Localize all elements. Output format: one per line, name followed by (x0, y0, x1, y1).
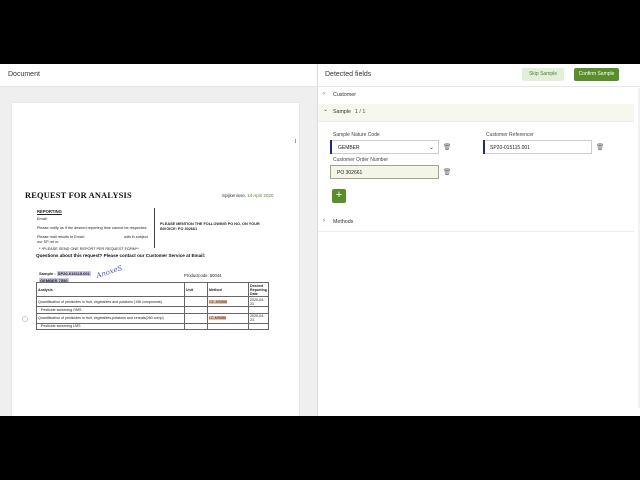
trash-icon[interactable]: 🗑 (443, 143, 451, 151)
sp-ref-text: our SP ref nr. (37, 240, 60, 244)
chevron-down-icon: ⌄ (323, 107, 329, 113)
table-header: Unit (184, 281, 208, 298)
trash-icon[interactable]: 🗑 (443, 168, 451, 176)
chevron-right-icon: › (323, 218, 325, 224)
detected-fields-header: Detected fields Skip Sample Confirm Samp… (318, 64, 640, 87)
table-header-row: Analysis Unit Method Desired Reporting D… (36, 281, 269, 298)
customer-referencer-label: Customer Referencer (486, 132, 534, 138)
send-one-text: * *PLEASE SEND ONE REPORT PER REQUEST FO… (39, 247, 139, 251)
add-field-button[interactable]: + (332, 189, 346, 203)
table-cell (207, 322, 249, 330)
question-text: Questions about this request? Please con… (36, 253, 206, 258)
method-highlight[interactable]: LC-MS888 (209, 316, 227, 321)
table-header: Method (207, 281, 249, 298)
document-panel: Document REQUEST FOR ANALYSIS Spijkeniss… (0, 64, 318, 416)
customer-referencer-field[interactable]: SP20-015115.001 (483, 140, 592, 154)
reporting-heading: REPORTING (37, 209, 62, 214)
sample-nature-code-select[interactable]: GEMBER ⌄ (330, 140, 439, 154)
sample-counter: 1 / 1 (355, 109, 366, 115)
date-prefix: Spijkenisse, (222, 193, 247, 198)
email-label: Email: (37, 217, 48, 221)
confirm-sample-button[interactable]: Confirm Sample (574, 68, 619, 81)
document-title: REQUEST FOR ANALYSIS (25, 191, 132, 200)
document-panel-title: Document (8, 71, 40, 78)
section-sample[interactable]: ⌄ Sample 1 / 1 (318, 104, 634, 122)
date-value: 14 April 2020 (247, 193, 274, 198)
mail-results-text: Please mail results to Email: (37, 235, 85, 239)
field-marker (483, 140, 485, 154)
page-marker (295, 139, 296, 143)
sample-line: Sample : SP20-015115.001 (39, 271, 91, 276)
table-cell (184, 312, 208, 324)
document-divider (154, 208, 155, 248)
table-header: Analysis (36, 281, 185, 298)
skip-sample-button[interactable]: Skip Sample (522, 68, 564, 81)
table-row: Pesticide screening LMS (36, 322, 269, 330)
mention-po-text: PLEASE MENTION THE FOLLOWING PO NO. ON Y… (160, 222, 260, 231)
loading-spinner-icon (22, 316, 28, 322)
table-cell: Quantification of pesticides in fruit, v… (36, 296, 185, 308)
table-row: Quantification of pesticides in fruit, v… (36, 296, 269, 308)
table-cell: LC-MS888 (207, 312, 249, 324)
customer-order-number-value: PO 302661 (337, 170, 363, 176)
method-highlight[interactable]: GC-MS888 (209, 299, 227, 304)
mail-subject-text: with in subject (124, 235, 148, 239)
table-cell (184, 322, 208, 330)
table-cell: 2020-04-23 (248, 312, 269, 324)
document-page (12, 103, 299, 416)
chevron-right-icon: › (323, 91, 325, 97)
detected-fields-panel: Detected fields Skip Sample Confirm Samp… (318, 64, 640, 416)
customer-referencer-value: SP20-015115.001 (490, 145, 530, 151)
document-panel-header: Document (0, 64, 317, 87)
detected-fields-title: Detected fields (325, 71, 372, 78)
app-window: Document REQUEST FOR ANALYSIS Spijkeniss… (0, 64, 640, 416)
table-header: Desired Reporting Date (248, 281, 269, 298)
section-sample-label: Sample (333, 109, 351, 115)
analysis-table: Analysis Unit Method Desired Reporting D… (36, 281, 269, 330)
sample-code-highlight[interactable]: SP20-015115.001 (56, 271, 91, 276)
customer-order-number-field[interactable]: PO 302661 (330, 165, 439, 179)
section-methods-label: Methods (333, 219, 354, 225)
customer-order-number-label: Customer Order Number (333, 157, 389, 163)
table-row: Quantification of pesticides in fruit, v… (36, 312, 269, 324)
trash-icon[interactable]: 🗑 (596, 143, 604, 151)
sample-nature-code-value: GEMBER (338, 145, 360, 151)
document-date: Spijkenisse, 14 April 2020 (222, 193, 274, 198)
table-cell: 2020-04-23 (248, 296, 269, 308)
notify-text: Please notify us if the desired reportin… (37, 226, 148, 230)
productcode-text: Productcode: 50044 (184, 273, 222, 278)
table-cell: GC-MS888 (207, 296, 249, 308)
field-marker (330, 140, 332, 154)
sample-nature-code-label: Sample Nature Code (333, 132, 380, 138)
table-cell (184, 296, 208, 308)
table-cell: Pesticide screening LMS (36, 322, 185, 330)
sample-label: Sample : (39, 271, 56, 276)
table-cell: Quantification of pesticides in fruit, v… (36, 312, 185, 324)
section-customer[interactable]: › Customer (318, 87, 634, 105)
chevron-down-icon: ⌄ (428, 145, 434, 151)
section-customer-label: Customer (333, 92, 356, 98)
document-viewer[interactable]: REQUEST FOR ANALYSIS Spijkenisse, 14 Apr… (0, 87, 317, 416)
section-methods[interactable]: › Methods (318, 214, 634, 232)
table-cell (248, 322, 269, 330)
